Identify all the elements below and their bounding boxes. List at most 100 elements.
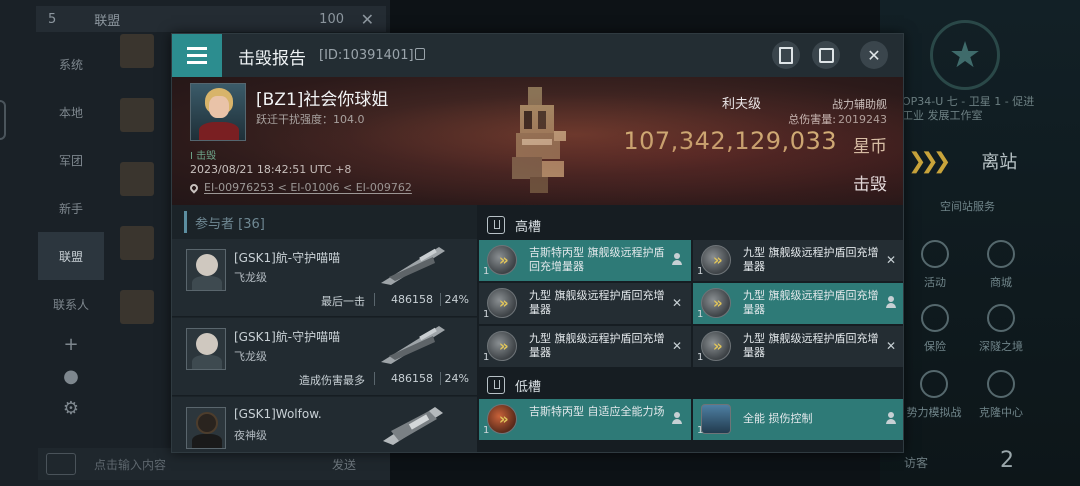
keyboard-icon[interactable] (46, 453, 76, 475)
menu-button[interactable] (172, 34, 222, 77)
abyss-icon (987, 304, 1015, 332)
send-button[interactable]: 发送 (332, 456, 356, 473)
person-icon[interactable]: ● (38, 360, 104, 392)
module-qty: 1 (697, 352, 704, 363)
visitors-label[interactable]: 访客 (904, 454, 928, 471)
kill-location-text: EI-00976253 < EI-01006 < EI-009762 (204, 181, 412, 194)
module-item[interactable]: 1 九型 旗舰级远程护盾回充增量器 ✕ (479, 326, 691, 367)
participant-row[interactable]: [GSK1]航-守护喵喵 飞龙级 最后一击 486158 24% (172, 239, 477, 317)
participant-damage: 486158 (391, 372, 433, 385)
participant-percent: 24% (444, 293, 469, 306)
module-qty: 1 (697, 309, 704, 320)
shield-booster-icon (701, 288, 731, 318)
chat-tab-alliance[interactable]: 联盟 (38, 232, 104, 280)
module-item[interactable]: 1 九型 旗舰级远程护盾回充增量器 ✕ (693, 240, 903, 281)
station-services-label: 空间站服务 (940, 200, 995, 213)
insurance-icon (921, 304, 949, 332)
person-icon (671, 412, 683, 426)
avatar[interactable] (120, 98, 154, 132)
module-item[interactable]: 1 吉斯特丙型 自适应全能力场 (479, 399, 691, 440)
participant-note: 造成伤害最多 (299, 374, 365, 387)
station-activity-button[interactable]: 活动 (910, 240, 960, 290)
adaptive-field-icon (487, 404, 517, 434)
participant-ship-image (383, 407, 443, 445)
participant-ship-image (381, 247, 445, 285)
chat-tab-newbie[interactable]: 新手 (38, 184, 104, 232)
victim-ship-image[interactable] (498, 81, 578, 199)
copy-icon[interactable] (415, 48, 425, 60)
participant-percent: 24% (444, 372, 469, 385)
warp-strength: 跃迁干扰强度：104.0 (256, 113, 365, 126)
chat-member-count: 100 (319, 11, 344, 27)
station-clone-button[interactable]: 克隆中心 (976, 370, 1026, 420)
module-item[interactable]: 1 九型 旗舰级远程护盾回充增量器 ✕ (479, 283, 691, 324)
avatar[interactable] (120, 34, 154, 68)
high-slot-icon (487, 216, 505, 234)
participant-portrait (186, 249, 226, 291)
kill-location[interactable]: EI-00976253 < EI-01006 < EI-009762 (188, 181, 412, 194)
chat-input[interactable]: 点击输入内容 (94, 456, 166, 473)
module-name: 九型 旗舰级远程护盾回充增量器 (743, 289, 879, 316)
activity-label: 活动 (924, 276, 946, 289)
portrait-body (192, 276, 222, 290)
add-channel-icon[interactable]: + (38, 328, 104, 360)
destroyed-x-icon: ✕ (671, 296, 683, 310)
destroyed-x-icon: ✕ (671, 339, 683, 353)
chat-tab-contacts[interactable]: 联系人 (38, 280, 104, 328)
victim-portrait[interactable] (190, 83, 246, 141)
chat-tab-local[interactable]: 本地 (38, 88, 104, 136)
participant-row[interactable]: [GSK1]航-守护喵喵 飞龙级 造成伤害最多 486158 24% (172, 318, 477, 396)
participant-name: [GSK1]航-守护喵喵 (234, 251, 341, 265)
victim-name[interactable]: [BZ1]社会你球姐 (256, 85, 388, 110)
share-button[interactable] (812, 41, 840, 69)
shop-icon (987, 240, 1015, 268)
person-icon (671, 253, 683, 267)
left-edge-handle[interactable] (0, 100, 6, 140)
module-item[interactable]: 1 九型 旗舰级远程护盾回充增量器 (693, 283, 903, 324)
chat-channel-title: 联盟 (94, 13, 121, 29)
victim-ship-class: 利夫级 (721, 97, 761, 112)
divider (374, 372, 375, 385)
kill-time: 2023/08/21 18:42:51 UTC +8 (190, 163, 352, 176)
module-item[interactable]: 1 吉斯特丙型 旗舰级远程护盾回充增量器 (479, 240, 691, 281)
gear-icon[interactable]: ⚙ (38, 392, 104, 424)
station-faction-war-button[interactable]: 势力模拟战 (906, 370, 962, 420)
participant-name: [GSK1]Wolfow. (234, 407, 322, 421)
chat-close-icon[interactable]: ✕ (361, 10, 374, 29)
clone-label: 克隆中心 (979, 406, 1023, 419)
station-insurance-button[interactable]: 保险 (910, 304, 960, 354)
faction-war-icon (920, 370, 948, 398)
total-damage-label: 总伤害量: (788, 113, 836, 126)
participant-ship-image (381, 326, 445, 364)
person-icon (885, 296, 897, 310)
module-item[interactable]: 1 全能 损伤控制 (693, 399, 903, 440)
portrait-head (196, 254, 218, 276)
module-item[interactable]: 1 九型 旗舰级远程护盾回充增量器 ✕ (693, 326, 903, 367)
avatar[interactable] (120, 226, 154, 260)
module-qty: 1 (483, 266, 490, 277)
participants-panel: 参与者 [36] [GSK1]航-守护喵喵 飞龙级 最后一击 486158 24… (172, 205, 477, 452)
person-icon (885, 412, 897, 426)
destroyed-x-icon: ✕ (885, 339, 897, 353)
module-name: 吉斯特丙型 旗舰级远程护盾回充增量器 (529, 246, 665, 273)
close-button[interactable]: ✕ (860, 41, 888, 69)
participant-portrait (186, 407, 226, 449)
low-slot-header: 低槽 (487, 373, 541, 397)
avatar[interactable] (120, 290, 154, 324)
portrait-face (209, 96, 229, 118)
document-button[interactable] (772, 41, 800, 69)
station-abyss-button[interactable]: 深隧之境 (976, 304, 1026, 354)
station-shop-button[interactable]: 商城 (976, 240, 1026, 290)
undock-button[interactable]: ❯❯❯ 离站 (908, 148, 1017, 174)
chat-tab-corp[interactable]: 军团 (38, 136, 104, 184)
visitors-count: 2 (1000, 448, 1014, 473)
participant-ship: 飞龙级 (234, 350, 267, 363)
participant-row[interactable]: [GSK1]Wolfow. 夜神级 (172, 397, 477, 452)
chat-online-count: 5 (48, 11, 57, 27)
chat-tab-system[interactable]: 系统 (38, 40, 104, 88)
avatar[interactable] (120, 162, 154, 196)
kill-report-modal: 击毁报告 [ID:10391401] ✕ [BZ1]社会你球姐 跃迁干扰强度：1… (171, 33, 904, 453)
total-damage: 总伤害量: 2019243 (788, 111, 887, 127)
station-info: OP34-U 七 - 卫星 1 - 促进 工业 发展工作室 (902, 95, 1072, 123)
chat-channel-list: 系统 本地 军团 新手 联盟 联系人 + ● ⚙ (38, 40, 104, 440)
